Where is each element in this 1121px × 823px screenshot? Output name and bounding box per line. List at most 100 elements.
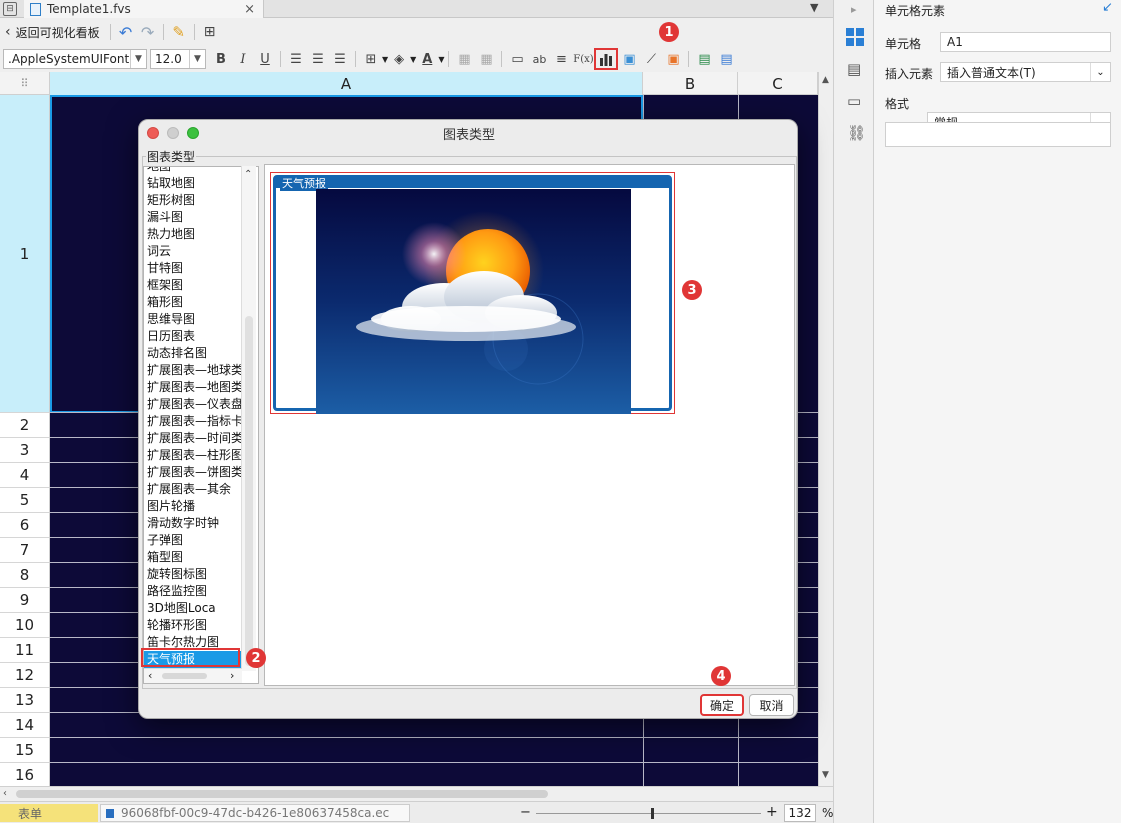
- row-header-cell[interactable]: 3: [0, 438, 50, 463]
- row-header-cell[interactable]: 11: [0, 638, 50, 663]
- zoom-input[interactable]: 132: [784, 804, 816, 822]
- underline-button[interactable]: U: [254, 48, 276, 70]
- toolbar-format: .AppleSystemUIFont ▼ 12.0 ▼ B I U ☰ ☰ ☰ …: [0, 46, 833, 72]
- scroll-up-icon[interactable]: ⌃: [244, 169, 252, 180]
- zoom-out-button[interactable]: −: [520, 805, 531, 820]
- row-header-cell[interactable]: 5: [0, 488, 50, 513]
- undo-icon[interactable]: ↶: [115, 21, 137, 43]
- row-header-cell[interactable]: 9: [0, 588, 50, 613]
- font-family-select[interactable]: .AppleSystemUIFont ▼: [3, 49, 147, 69]
- row-header-cell[interactable]: 7: [0, 538, 50, 563]
- format-label: 格式: [885, 97, 910, 111]
- redo-icon[interactable]: ↷: [137, 21, 159, 43]
- scroll-left-icon[interactable]: ‹: [148, 669, 152, 682]
- list-scroll-thumb[interactable]: [245, 316, 253, 666]
- content-field[interactable]: [885, 122, 1111, 147]
- zoom-percent: %: [822, 806, 834, 820]
- minimize-window-button[interactable]: [167, 127, 179, 139]
- align-right-icon[interactable]: ☰: [329, 48, 351, 70]
- row-header-cell[interactable]: 4: [0, 463, 50, 488]
- template-icon[interactable]: ⊞: [199, 21, 221, 43]
- zoom-window-button[interactable]: [187, 127, 199, 139]
- corner-cell[interactable]: ⠿: [0, 72, 50, 95]
- link-tab-icon[interactable]: ⛓: [847, 124, 866, 142]
- text-button[interactable]: ab: [528, 48, 550, 70]
- bold-button[interactable]: B: [210, 48, 232, 70]
- font-color-icon[interactable]: A: [416, 48, 438, 70]
- chart-type-dialog: 图表类型 图表类型 地图 钻取地图 矩形树图 漏斗图 热力地图 词云 甘特图 框架图 箱形图 思维…: [138, 119, 798, 719]
- layout-icon[interactable]: ▤: [693, 48, 715, 70]
- border-icon[interactable]: ⊞: [360, 48, 382, 70]
- zoom-in-button[interactable]: +: [766, 804, 778, 820]
- italic-button[interactable]: I: [232, 48, 254, 70]
- row-header-cell[interactable]: 14: [0, 713, 50, 738]
- align-left-icon[interactable]: ☰: [285, 48, 307, 70]
- row-header-cell[interactable]: 10: [0, 613, 50, 638]
- tab-label: Template1.fvs: [47, 2, 131, 16]
- column-a-header[interactable]: A: [50, 72, 643, 95]
- tab-list-icon[interactable]: ▼: [810, 1, 818, 14]
- insert-element-select[interactable]: 插入普通文本(T) ⌄: [940, 62, 1111, 82]
- list-hscrollbar[interactable]: ‹ ›: [144, 668, 242, 683]
- step-badge-2: 2: [246, 648, 266, 668]
- insert-chart-button[interactable]: [594, 48, 619, 70]
- cell-field[interactable]: A1: [940, 32, 1111, 52]
- merge-cells-icon[interactable]: ▦: [453, 48, 475, 70]
- list-hscroll-thumb[interactable]: [162, 673, 207, 679]
- row-header-cell[interactable]: 2: [0, 413, 50, 438]
- row-header-cell[interactable]: 8: [0, 563, 50, 588]
- window-menu-icon[interactable]: ⊟: [3, 2, 17, 16]
- cell-attr-tab-icon[interactable]: ▤: [847, 60, 861, 78]
- unmerge-cells-icon[interactable]: ▦: [475, 48, 497, 70]
- column-b-header[interactable]: B: [643, 72, 738, 95]
- collapse-arrow-icon[interactable]: ▸: [851, 3, 857, 16]
- step-badge-3: 3: [682, 280, 702, 300]
- cancel-button[interactable]: 取消: [749, 694, 794, 716]
- row-header-cell[interactable]: 13: [0, 688, 50, 713]
- font-size-value: 12.0: [155, 52, 182, 66]
- fill-color-icon[interactable]: ◈: [388, 48, 410, 70]
- pin-icon[interactable]: ↙: [1102, 0, 1113, 15]
- back-button[interactable]: 返回可视化看板: [16, 24, 100, 41]
- scroll-right-icon[interactable]: ›: [230, 669, 234, 682]
- ok-button[interactable]: 确定: [700, 694, 744, 716]
- vertical-scrollbar[interactable]: ▲ ▼: [818, 72, 833, 786]
- insert-image-icon[interactable]: ▣: [618, 48, 640, 70]
- align-center-icon[interactable]: ☰: [307, 48, 329, 70]
- wrap-text-icon[interactable]: ≡: [550, 48, 572, 70]
- close-window-button[interactable]: [147, 127, 159, 139]
- tab-template[interactable]: Template1.fvs ×: [24, 0, 264, 18]
- format-painter-icon[interactable]: ✎: [168, 21, 190, 43]
- row-header-cell[interactable]: 12: [0, 663, 50, 688]
- close-icon[interactable]: ×: [244, 2, 255, 17]
- insert-cell-icon[interactable]: ▭: [506, 48, 528, 70]
- scroll-down-icon[interactable]: ▼: [822, 770, 829, 780]
- slash-icon[interactable]: ⟋: [640, 48, 662, 70]
- scroll-thumb[interactable]: [16, 790, 548, 798]
- insert-element-label: 插入元素: [885, 67, 934, 81]
- widget-tab-icon[interactable]: ▭: [847, 92, 861, 110]
- font-size-select[interactable]: 12.0 ▼: [150, 49, 206, 69]
- row-header: 1 2 3 4 5 6 7 8 9 10 11 12 13 14 15 16: [0, 95, 50, 788]
- preview-card[interactable]: 天气预报: [270, 172, 675, 414]
- scroll-left-icon[interactable]: ‹: [3, 788, 7, 799]
- list-scrollbar[interactable]: ⌃: [241, 166, 256, 671]
- back-icon[interactable]: ‹: [5, 24, 11, 40]
- grid-row-line: [50, 762, 818, 763]
- file-id-tab[interactable]: 96068fbf-00c9-47dc-b426-1e80637458ca.ec: [100, 804, 410, 822]
- form-icon[interactable]: ▤: [715, 48, 737, 70]
- zoom-slider-thumb[interactable]: [651, 808, 654, 819]
- sheet-tab[interactable]: 表单: [0, 804, 98, 822]
- row-header-cell[interactable]: 15: [0, 738, 50, 763]
- zoom-slider[interactable]: [536, 808, 761, 819]
- insert-picture-icon[interactable]: ▣: [662, 48, 684, 70]
- formula-button[interactable]: F(x): [572, 48, 594, 70]
- column-c-header[interactable]: C: [738, 72, 818, 95]
- scroll-up-icon[interactable]: ▲: [822, 75, 829, 85]
- row-header-cell[interactable]: 1: [0, 95, 50, 413]
- row-header-cell[interactable]: 16: [0, 763, 50, 788]
- horizontal-scrollbar[interactable]: ‹: [0, 786, 833, 801]
- row-header-cell[interactable]: 6: [0, 513, 50, 538]
- cell-element-tab-icon[interactable]: [846, 28, 864, 46]
- selected-item-highlight: [141, 648, 240, 667]
